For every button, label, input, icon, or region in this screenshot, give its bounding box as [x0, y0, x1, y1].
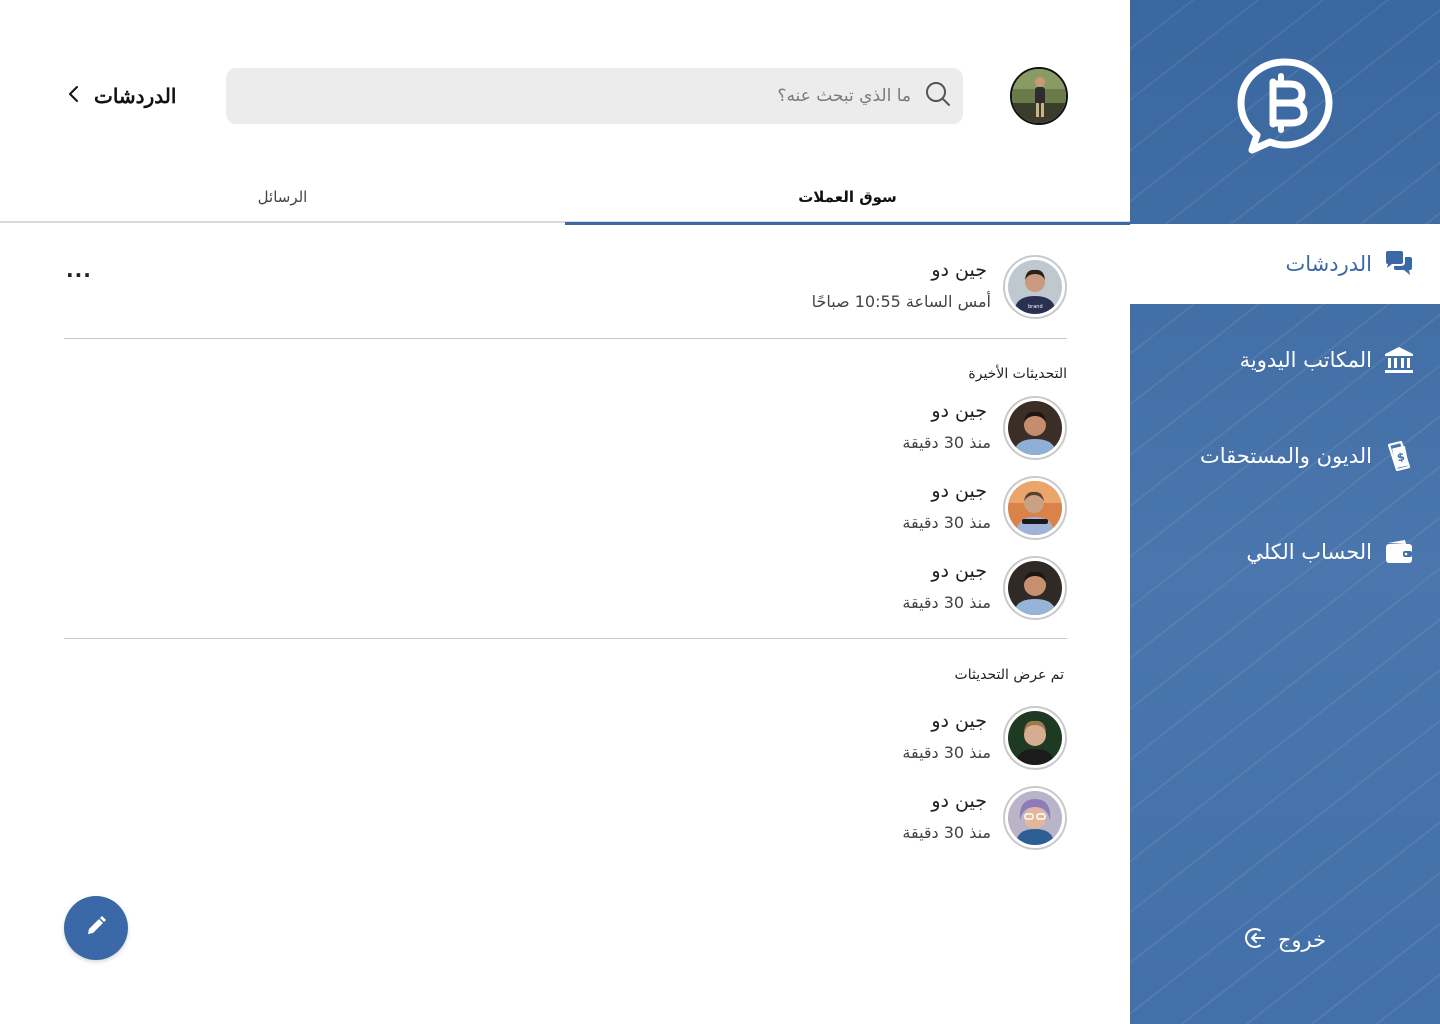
avatar	[1003, 786, 1067, 850]
divider	[64, 638, 1067, 639]
divider	[64, 338, 1067, 339]
compose-button[interactable]	[64, 896, 128, 960]
section-title-viewed-updates: تم عرض التحديثات	[954, 667, 1064, 683]
chevron-left-icon	[66, 84, 82, 108]
contact-name: جين دو	[931, 400, 987, 422]
tab-bar: سوق العملات الرسائل	[0, 170, 1130, 225]
contact-name: جين دو	[931, 790, 987, 812]
list-item[interactable]: جين دو منذ 30 دقيقة	[64, 556, 1067, 626]
sidebar-item-label: المكاتب اليدوية	[1239, 348, 1372, 372]
contact-name: جين دو	[931, 710, 987, 732]
sidebar-item-label: الدردشات	[1285, 252, 1372, 276]
page-title: الدردشات	[94, 85, 177, 108]
logo-chat-b-icon	[1237, 58, 1333, 154]
timestamp: منذ 30 دقيقة	[902, 593, 991, 612]
avatar	[1003, 556, 1067, 620]
search-input[interactable]	[271, 86, 911, 106]
avatar	[1003, 476, 1067, 540]
pencil-icon	[85, 915, 107, 941]
page-title-back[interactable]: الدردشات	[66, 76, 176, 116]
tab-messages[interactable]: الرسائل	[0, 170, 565, 223]
timestamp: منذ 30 دقيقة	[902, 823, 991, 842]
list-item[interactable]: brand جين دو أمس الساعة 10:55 صباحًا	[64, 255, 1067, 325]
timestamp: أمس الساعة 10:55 صباحًا	[811, 292, 991, 311]
app-logo	[1130, 0, 1440, 224]
sidebar-item-manual-offices[interactable]: المكاتب اليدوية	[1130, 320, 1440, 400]
sidebar-item-label: الحساب الكلي	[1246, 540, 1372, 564]
timestamp: منذ 30 دقيقة	[902, 513, 991, 532]
sidebar-item-total-account[interactable]: الحساب الكلي	[1130, 512, 1440, 592]
timestamp: منذ 30 دقيقة	[902, 743, 991, 762]
sidebar: الدردشات المكاتب اليدوية الديون والمستحق…	[1130, 0, 1440, 1024]
list-item[interactable]: جين دو منذ 30 دقيقة	[64, 396, 1067, 466]
logout-label: خروج	[1277, 928, 1327, 952]
contact-name: جين دو	[931, 560, 987, 582]
sidebar-item-label: الديون والمستحقات	[1200, 444, 1372, 468]
search-icon	[923, 80, 951, 112]
avatar: brand	[1003, 255, 1067, 319]
svg-text:brand: brand	[1028, 304, 1043, 310]
money-bill-icon: $	[1384, 441, 1414, 471]
timestamp: منذ 30 دقيقة	[902, 433, 991, 452]
section-title-recent-updates: التحديثات الأخيرة	[968, 366, 1067, 382]
search-bar[interactable]	[226, 68, 963, 124]
bank-icon	[1384, 345, 1414, 375]
list-item[interactable]: جين دو منذ 30 دقيقة	[64, 476, 1067, 546]
sidebar-item-debts[interactable]: الديون والمستحقات $	[1130, 416, 1440, 496]
sidebar-item-chats[interactable]: الدردشات	[1130, 224, 1440, 304]
contact-name: جين دو	[931, 259, 987, 281]
logout-button[interactable]: خروج	[1130, 910, 1440, 970]
list-item[interactable]: جين دو منذ 30 دقيقة	[64, 706, 1067, 776]
avatar	[1003, 396, 1067, 460]
user-avatar[interactable]	[1010, 67, 1068, 125]
contact-name: جين دو	[931, 480, 987, 502]
wallet-icon	[1384, 537, 1414, 567]
chat-bubbles-icon	[1384, 249, 1414, 279]
tab-currency-market[interactable]: سوق العملات	[565, 170, 1130, 225]
list-item[interactable]: جين دو منذ 30 دقيقة	[64, 786, 1067, 856]
avatar	[1003, 706, 1067, 770]
logout-icon	[1244, 926, 1268, 954]
